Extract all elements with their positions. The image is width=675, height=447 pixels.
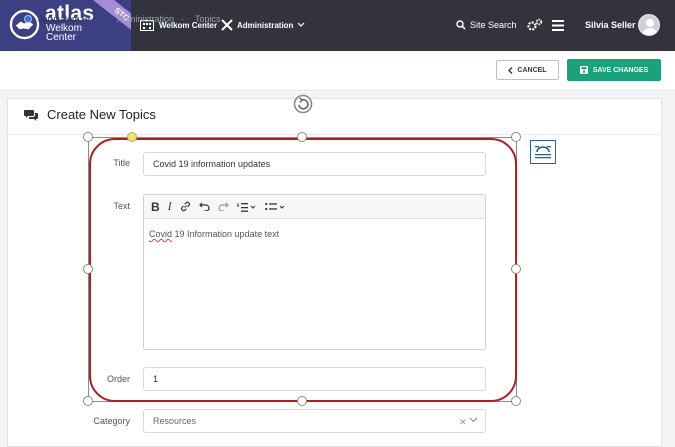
comments-icon	[24, 110, 38, 121]
category-label: Category	[93, 416, 130, 426]
save-changes-button[interactable]: SAVE CHANGES	[567, 59, 661, 81]
logo-sub-2: Center	[46, 32, 77, 43]
location-selector[interactable]: Jerusalem	[24, 14, 91, 24]
floppy-disk-icon	[579, 66, 588, 74]
resize-handle-top-left[interactable]	[83, 132, 93, 142]
resize-handle-bottom-left[interactable]	[83, 396, 93, 406]
chevron-down-icon[interactable]	[469, 416, 478, 424]
category-select[interactable]: Resources	[143, 409, 486, 433]
avatar[interactable]	[638, 14, 660, 36]
rotate-handle-icon[interactable]	[293, 94, 313, 114]
breadcrumb-administration[interactable]: Administration	[117, 14, 174, 24]
layout-options-icon[interactable]	[530, 140, 556, 164]
resize-handle-bottom[interactable]	[297, 396, 307, 406]
site-search[interactable]: Site Search	[456, 17, 517, 33]
menu-button[interactable]	[552, 17, 564, 33]
rounded-rectangle-shape[interactable]	[89, 138, 517, 402]
settings-button[interactable]	[527, 17, 543, 33]
avatar-body	[642, 28, 658, 35]
breadcrumb-separator: ·	[181, 14, 184, 24]
cancel-label: CANCEL	[517, 66, 547, 74]
search-icon	[456, 20, 466, 30]
gears-icon	[527, 18, 543, 31]
page-title: Create New Topics	[47, 107, 156, 122]
avatar-head	[646, 19, 654, 27]
logo[interactable]: atlas Welkom Center STG	[0, 0, 131, 51]
chevron-down-icon	[298, 22, 305, 27]
hamburger-icon	[552, 19, 564, 31]
nav-administration[interactable]: Administration	[221, 17, 305, 33]
chevron-down-icon	[84, 16, 90, 21]
cancel-button[interactable]: CANCEL	[496, 60, 559, 80]
user-name[interactable]: Silvia Seller	[585, 17, 636, 33]
nav-administration-label: Administration	[237, 20, 294, 30]
tools-icon	[221, 19, 233, 31]
location-label: Jerusalem	[38, 14, 80, 24]
clear-icon[interactable]: ✕	[459, 417, 467, 428]
resize-handle-top-right[interactable]	[511, 132, 521, 142]
resize-handle-top[interactable]	[297, 132, 307, 142]
adjust-handle[interactable]	[127, 132, 137, 142]
breadcrumb-topics[interactable]: Topics	[195, 14, 221, 24]
resize-handle-bottom-right[interactable]	[511, 396, 521, 406]
resize-handle-right[interactable]	[511, 264, 521, 274]
category-select-value: Resources	[153, 416, 197, 426]
site-search-label: Site Search	[470, 20, 517, 30]
chevron-left-icon	[508, 66, 513, 74]
resize-handle-left[interactable]	[83, 264, 93, 274]
save-changes-label: SAVE CHANGES	[592, 66, 649, 74]
location-dot-icon	[24, 15, 32, 23]
